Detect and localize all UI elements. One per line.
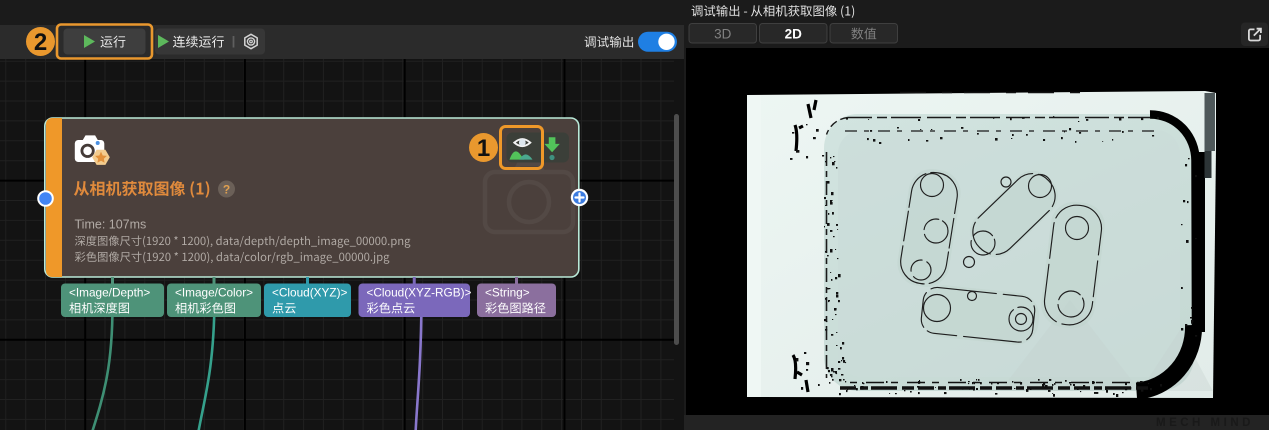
svg-text:<Cloud(XYZ)>: <Cloud(XYZ)> xyxy=(272,286,348,300)
svg-text:<String>: <String> xyxy=(485,286,530,300)
svg-text:Time: 107ms: Time: 107ms xyxy=(75,218,147,232)
svg-text:<Image/Depth>: <Image/Depth> xyxy=(69,286,150,300)
svg-text:?: ? xyxy=(223,183,230,197)
svg-text:1: 1 xyxy=(477,135,490,162)
svg-text:2D: 2D xyxy=(785,27,803,42)
svg-text:<Image/Color>: <Image/Color> xyxy=(175,286,253,300)
svg-text:2: 2 xyxy=(34,29,47,56)
svg-text:<Cloud(XYZ-RGB)>: <Cloud(XYZ-RGB)> xyxy=(367,286,472,300)
svg-text:3D: 3D xyxy=(714,27,732,42)
